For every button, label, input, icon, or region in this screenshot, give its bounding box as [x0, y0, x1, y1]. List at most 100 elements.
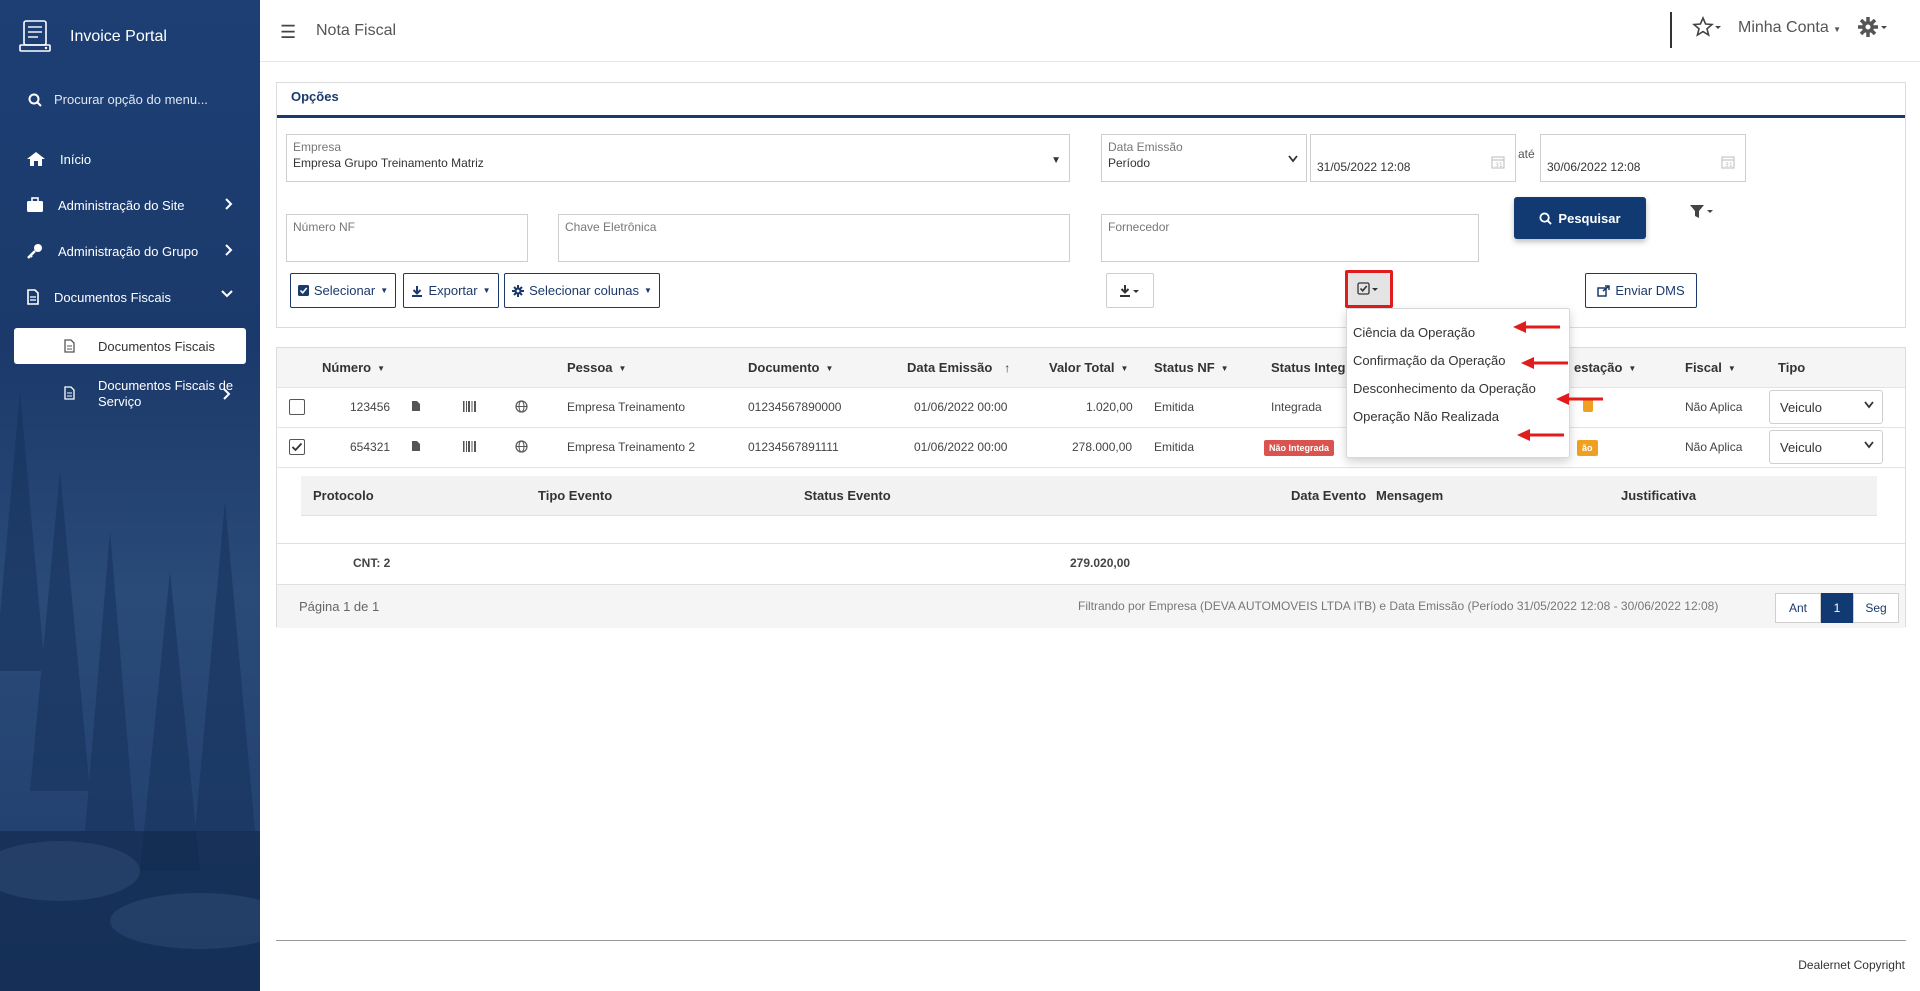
col-fiscal-label: Fiscal: [1685, 360, 1722, 375]
sidebar-item-label: Administração do Site: [58, 197, 185, 213]
globe-icon[interactable]: [515, 440, 528, 453]
chave-eletronica-input[interactable]: Chave Eletrônica: [558, 214, 1070, 262]
settings-gear-icon[interactable]: [1856, 16, 1890, 40]
table-footer: Página 1 de 1 Filtrando por Empresa (DEV…: [277, 584, 1905, 628]
row-checkbox[interactable]: [289, 399, 305, 415]
document-icon[interactable]: [411, 400, 421, 412]
account-menu[interactable]: Minha Conta ▼: [1738, 19, 1841, 37]
chevron-right-icon: [225, 198, 233, 210]
filter-icon[interactable]: [1689, 204, 1715, 220]
sidebar-item-admin-site[interactable]: Administração do Site: [0, 182, 260, 228]
sidebar-item-inicio[interactable]: Início: [0, 136, 260, 182]
calendar-icon[interactable]: 31: [1721, 155, 1735, 169]
cell-numero: 654321: [350, 440, 391, 454]
options-panel: Opções Empresa Empresa Grupo Treinamento…: [276, 82, 1906, 328]
sidebar-subitem-label: Documentos Fiscais: [98, 338, 216, 354]
col-fiscal[interactable]: Fiscal ▼: [1685, 360, 1736, 375]
barcode-icon[interactable]: [463, 401, 477, 412]
hamburger-menu-icon[interactable]: ☰: [280, 22, 296, 43]
status-integracao-badge: Não Integrada: [1264, 440, 1335, 456]
row-checkbox[interactable]: [289, 439, 305, 455]
sort-icon: ▼: [825, 364, 834, 373]
brand[interactable]: Invoice Portal: [18, 18, 167, 56]
sort-icon: ▼: [377, 364, 386, 373]
cell-numero: 123456: [350, 400, 391, 414]
key-icon: [27, 244, 42, 259]
numero-nf-input[interactable]: Número NF: [286, 214, 528, 262]
col-numero-label: Número: [322, 360, 372, 375]
document-icon[interactable]: [411, 440, 421, 452]
selecionar-button[interactable]: Selecionar ▼: [290, 273, 396, 308]
selecionar-colunas-button[interactable]: Selecionar colunas ▼: [504, 273, 660, 308]
enviar-dms-button[interactable]: Enviar DMS: [1585, 273, 1697, 308]
menu-search[interactable]: Procurar opção do menu...: [28, 92, 208, 107]
col-data-emissao[interactable]: Data Emissão ↑: [907, 360, 1010, 375]
col-pessoa[interactable]: Pessoa ▼: [567, 360, 626, 375]
favorites-star-icon[interactable]: [1692, 16, 1724, 38]
briefcase-icon: [27, 197, 43, 212]
col-valor-total[interactable]: Valor Total ▼: [1049, 360, 1128, 375]
date-from-input[interactable]: 31/05/2022 12:08 31: [1310, 134, 1516, 182]
date-to-input[interactable]: 30/06/2022 12:08 31: [1540, 134, 1746, 182]
barcode-icon[interactable]: [463, 441, 477, 452]
calendar-icon[interactable]: 31: [1491, 155, 1505, 169]
chevron-down-icon: [1864, 441, 1874, 449]
menu-item-desconhecimento[interactable]: Desconhecimento da Operação: [1353, 381, 1536, 396]
cell-status-nf: Emitida: [1154, 400, 1195, 414]
fornecedor-input[interactable]: Fornecedor: [1101, 214, 1479, 262]
next-page-button[interactable]: Seg: [1853, 593, 1899, 623]
sidebar-subitem-documentos-servico[interactable]: Documentos Fiscais de Serviço: [14, 366, 246, 422]
pesquisar-label: Pesquisar: [1558, 210, 1621, 226]
sidebar: Invoice Portal Procurar opção do menu...…: [0, 0, 260, 991]
topbar-divider: [1670, 12, 1672, 48]
pesquisar-button[interactable]: Pesquisar: [1514, 197, 1646, 239]
tipo-select[interactable]: Veiculo: [1769, 390, 1883, 424]
globe-icon[interactable]: [515, 400, 528, 413]
chevron-down-icon: [221, 290, 233, 298]
selecionar-label: Selecionar: [313, 283, 376, 298]
col-numero[interactable]: Número ▼: [322, 360, 385, 375]
enviar-dms-label: Enviar DMS: [1615, 283, 1685, 298]
prev-page-button[interactable]: Ant: [1775, 593, 1821, 623]
svg-text:31: 31: [1725, 162, 1733, 169]
col-tipo[interactable]: Tipo: [1778, 360, 1805, 375]
table-header: Número ▼ Pessoa ▼ Documento ▼ Data Emissão ↑…: [277, 348, 1905, 388]
app-name: Invoice Portal: [70, 28, 167, 45]
tipo-select[interactable]: Veiculo: [1769, 430, 1883, 464]
total-count: CNT: 2: [353, 556, 391, 570]
col-documento-label: Documento: [748, 360, 820, 375]
download-icon: [412, 285, 423, 297]
sidebar-item-admin-grupo[interactable]: Administração do Grupo: [0, 228, 260, 274]
manifestacao-dropdown-button[interactable]: [1345, 270, 1393, 308]
empresa-select[interactable]: Empresa Empresa Grupo Treinamento Matriz…: [286, 134, 1070, 182]
sort-icon: ▼: [1727, 364, 1736, 373]
table-row[interactable]: 654321 Empresa Treinamento 2 01234567891…: [277, 428, 1905, 468]
date-to-value: 30/06/2022 12:08: [1547, 160, 1641, 174]
cell-pessoa: Empresa Treinamento: [567, 400, 686, 414]
tipo-value: Veiculo: [1780, 440, 1822, 455]
annotation-arrow-icon: [1517, 429, 1564, 441]
col-manifestacao-label: estação: [1574, 360, 1623, 375]
manifestacao-badge: ão: [1577, 440, 1598, 456]
menu-item-ciencia[interactable]: Ciência da Operação: [1353, 325, 1475, 340]
menu-item-nao-realizada[interactable]: Operação Não Realizada: [1353, 409, 1499, 424]
sidebar-nav: Início Administração do Site Administraç…: [0, 136, 260, 422]
exportar-button[interactable]: Exportar ▼: [403, 273, 499, 308]
menu-item-confirmacao[interactable]: Confirmação da Operação: [1353, 353, 1505, 368]
menu-search-placeholder: Procurar opção do menu...: [54, 92, 208, 107]
sidebar-subitem-documentos-fiscais[interactable]: Documentos Fiscais: [14, 328, 246, 364]
table-row[interactable]: 123456 Empresa Treinamento 0123456789000…: [277, 388, 1905, 428]
sidebar-item-documentos-fiscais[interactable]: Documentos Fiscais: [0, 274, 260, 320]
checkmark-icon: [291, 442, 303, 452]
col-status-integracao[interactable]: Status Integr: [1271, 360, 1350, 375]
col-status-nf[interactable]: Status NF ▼: [1154, 360, 1229, 375]
sort-icon: ▼: [1120, 364, 1129, 373]
col-manifestacao[interactable]: estação ▼: [1574, 360, 1636, 375]
data-emissao-select[interactable]: Data Emissão Período: [1101, 134, 1307, 182]
numero-nf-label: Número NF: [293, 220, 356, 234]
download-dropdown-button[interactable]: [1106, 273, 1154, 308]
cell-valor-total: 1.020,00: [1086, 400, 1133, 414]
page-1-button[interactable]: 1: [1821, 593, 1853, 623]
total-sum: 279.020,00: [1070, 556, 1131, 570]
col-documento[interactable]: Documento ▼: [748, 360, 833, 375]
